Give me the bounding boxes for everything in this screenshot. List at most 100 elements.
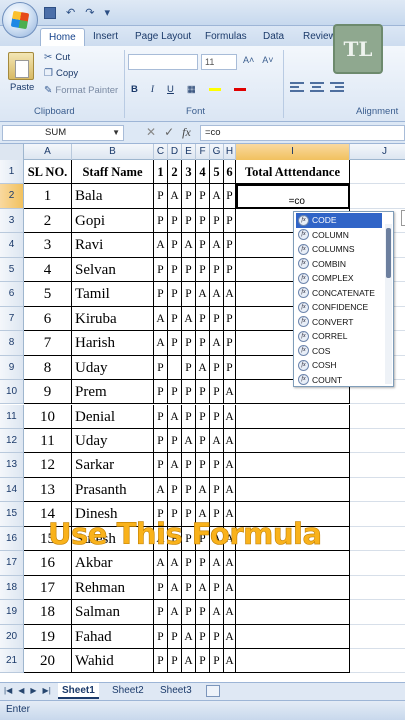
cell-j[interactable]: [350, 184, 405, 209]
sl-no-cell[interactable]: 2: [24, 208, 72, 234]
qat-more-icon[interactable]: ▾: [104, 6, 110, 19]
sl-no-cell[interactable]: 13: [24, 477, 72, 503]
attendance-cell[interactable]: P: [182, 600, 196, 625]
sl-no-cell[interactable]: 10: [24, 404, 72, 429]
attendance-cell[interactable]: A: [210, 600, 224, 625]
cut-button[interactable]: ✂ Cut: [44, 52, 70, 63]
bold-button[interactable]: B: [131, 84, 138, 95]
row-header-20[interactable]: 20: [0, 624, 24, 649]
attendance-cell[interactable]: A: [182, 233, 196, 258]
tab-page-layout[interactable]: Page Layout: [135, 28, 191, 46]
attendance-cell[interactable]: P: [224, 184, 236, 209]
header-day-6[interactable]: 6: [224, 160, 236, 185]
paste-button[interactable]: Paste: [10, 82, 34, 93]
row-header-3[interactable]: 3: [0, 208, 24, 234]
sl-no-cell[interactable]: 19: [24, 624, 72, 649]
cell-j[interactable]: [350, 405, 405, 429]
staff-name-cell[interactable]: Bala: [72, 184, 154, 209]
attendance-cell[interactable]: P: [210, 404, 224, 429]
autocomplete-item-cosh[interactable]: fx COSH: [296, 358, 382, 373]
sl-no-cell[interactable]: 18: [24, 600, 72, 625]
font-size-dropdown[interactable]: 11: [201, 54, 237, 70]
column-header-g[interactable]: G: [210, 144, 224, 160]
total-attendance-cell[interactable]: [236, 600, 350, 625]
attendance-cell[interactable]: P: [154, 404, 168, 429]
attendance-cell[interactable]: A: [210, 233, 224, 258]
sheet-tab-3[interactable]: Sheet3: [156, 683, 196, 699]
attendance-cell[interactable]: P: [196, 306, 210, 332]
attendance-cell[interactable]: P: [182, 453, 196, 478]
header-day-2[interactable]: 2: [168, 160, 182, 185]
attendance-cell[interactable]: A: [168, 600, 182, 625]
cell-j[interactable]: [350, 453, 405, 478]
attendance-cell[interactable]: P: [168, 624, 182, 649]
align-left-icon[interactable]: [290, 82, 304, 94]
staff-name-cell[interactable]: Kiruba: [72, 306, 154, 332]
chevron-down-icon[interactable]: ▼: [112, 126, 120, 140]
attendance-cell[interactable]: P: [196, 649, 210, 674]
sheet-tab-1[interactable]: Sheet1: [58, 683, 99, 699]
attendance-cell[interactable]: A: [154, 233, 168, 258]
attendance-cell[interactable]: A: [224, 428, 236, 454]
attendance-cell[interactable]: P: [182, 184, 196, 209]
sl-no-cell[interactable]: 4: [24, 257, 72, 283]
attendance-cell[interactable]: A: [154, 331, 168, 356]
copy-button[interactable]: ❐ Copy: [44, 68, 78, 79]
tab-data[interactable]: Data: [263, 28, 284, 46]
sl-no-cell[interactable]: 20: [24, 649, 72, 674]
row-header-5[interactable]: 5: [0, 257, 24, 283]
align-right-icon[interactable]: [330, 82, 344, 94]
cancel-icon[interactable]: ✕: [146, 125, 156, 140]
attendance-cell[interactable]: P: [168, 208, 182, 234]
last-sheet-icon[interactable]: ▶|: [43, 686, 51, 695]
attendance-cell[interactable]: P: [168, 233, 182, 258]
attendance-cell[interactable]: A: [224, 477, 236, 503]
first-sheet-icon[interactable]: |◀: [4, 686, 12, 695]
autocomplete-item-convert[interactable]: fx CONVERT: [296, 315, 382, 330]
attendance-cell[interactable]: P: [196, 380, 210, 405]
attendance-cell[interactable]: A: [168, 453, 182, 478]
attendance-cell[interactable]: P: [196, 453, 210, 478]
attendance-cell[interactable]: A: [224, 404, 236, 429]
attendance-cell[interactable]: P: [210, 649, 224, 674]
cell-j[interactable]: [350, 527, 405, 552]
attendance-cell[interactable]: P: [182, 477, 196, 503]
save-icon[interactable]: [44, 6, 56, 19]
attendance-cell[interactable]: P: [154, 649, 168, 674]
attendance-cell[interactable]: A: [210, 551, 224, 576]
row-header-14[interactable]: 14: [0, 477, 24, 503]
attendance-cell[interactable]: P: [182, 404, 196, 429]
sl-no-cell[interactable]: 3: [24, 233, 72, 258]
attendance-cell[interactable]: A: [224, 575, 236, 601]
staff-name-cell[interactable]: Akbar: [72, 551, 154, 576]
staff-name-cell[interactable]: Wahid: [72, 649, 154, 674]
autocomplete-item-count[interactable]: fx COUNT: [296, 373, 382, 388]
cell-j1[interactable]: [350, 160, 405, 185]
enter-check-icon[interactable]: ✓: [164, 125, 174, 140]
attendance-cell[interactable]: P: [154, 380, 168, 405]
row-header-8[interactable]: 8: [0, 331, 24, 356]
attendance-cell[interactable]: P: [196, 184, 210, 209]
attendance-cell[interactable]: P: [154, 624, 168, 649]
row-header-4[interactable]: 4: [0, 233, 24, 258]
sl-no-cell[interactable]: 1: [24, 184, 72, 209]
attendance-cell[interactable]: P: [168, 477, 182, 503]
attendance-cell[interactable]: P: [168, 428, 182, 454]
attendance-cell[interactable]: P: [154, 282, 168, 307]
row-header-11[interactable]: 11: [0, 404, 24, 429]
sl-no-cell[interactable]: 8: [24, 355, 72, 381]
column-header-f[interactable]: F: [196, 144, 210, 160]
attendance-cell[interactable]: P: [168, 306, 182, 332]
autocomplete-item-complex[interactable]: fx COMPLEX: [296, 271, 382, 286]
attendance-cell[interactable]: P: [224, 233, 236, 258]
attendance-cell[interactable]: P: [224, 306, 236, 332]
formula-input[interactable]: =co: [200, 125, 405, 141]
staff-name-cell[interactable]: Uday: [72, 355, 154, 381]
font-color-icon[interactable]: [233, 88, 246, 91]
attendance-cell[interactable]: P: [196, 551, 210, 576]
attendance-cell[interactable]: P: [210, 575, 224, 601]
column-header-e[interactable]: E: [182, 144, 196, 160]
staff-name-cell[interactable]: Tamil: [72, 282, 154, 307]
sl-no-cell[interactable]: 7: [24, 331, 72, 356]
attendance-cell[interactable]: P: [182, 331, 196, 356]
